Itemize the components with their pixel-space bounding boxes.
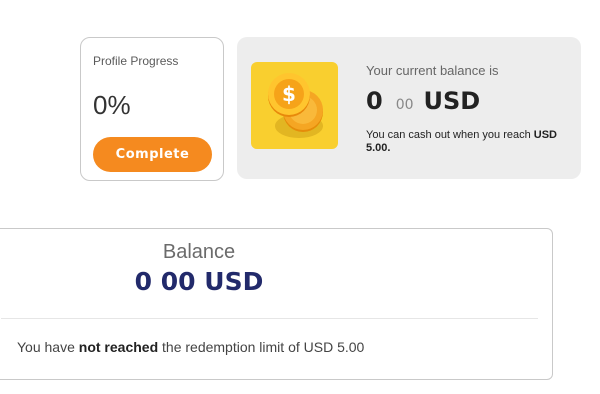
balance-currency: USD [423,87,481,115]
complete-profile-button[interactable]: Complete [93,137,212,172]
svg-text:$: $ [282,82,296,106]
profile-progress-percent: 0% [93,90,131,120]
balance-summary-title: Balance [162,241,236,263]
current-balance-label: Your current balance is [366,63,499,78]
divider [1,318,538,319]
balance-whole: 0 [366,87,383,115]
balance-summary-amount: 0 00 USD [134,267,264,296]
cashout-note-prefix: You can cash out when you reach [366,129,531,141]
redemption-note-prefix: You have [17,339,75,355]
profile-progress-title: Profile Progress [93,54,179,68]
profile-progress-card: Profile Progress 0% Complete [80,37,224,181]
cashout-threshold-note: You can cash out when you reach USD 5.00… [366,129,571,155]
current-balance-card: $ Your current balance is 0 00 USD You c… [237,37,581,179]
redemption-note-emphasis: not reached [78,339,159,355]
balance-summary-card: Balance 0 00 USD You have not reached th… [0,228,553,380]
balance-cents: 00 [395,97,414,113]
redemption-note-suffix: the redemption limit of USD 5.00 [162,339,365,355]
current-balance-amount: 0 00 USD [366,87,480,115]
redemption-status-note: You have not reached the redemption limi… [17,339,364,355]
dollar-coins-icon: $ [251,62,338,149]
